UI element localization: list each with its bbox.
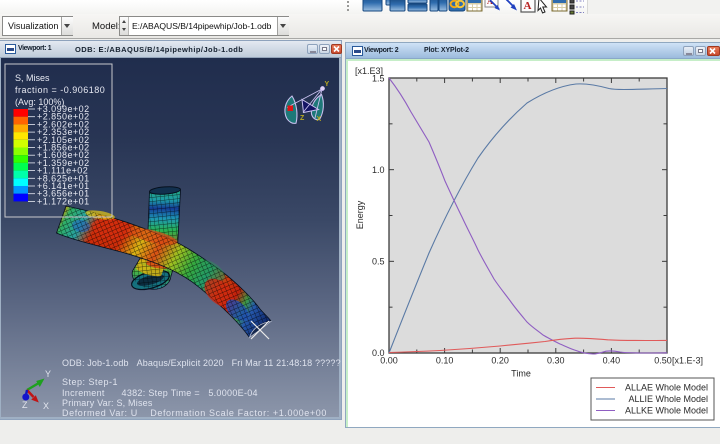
svg-text:0.40: 0.40 (603, 356, 621, 366)
svg-text:[x1.E3]: [x1.E3] (355, 66, 383, 76)
svg-text:0.30: 0.30 (547, 356, 565, 366)
svg-text:0.20: 0.20 (491, 356, 509, 366)
svg-text:0.50: 0.50 (654, 356, 672, 366)
svg-text:ALLKE Whole Model: ALLKE Whole Model (625, 406, 708, 416)
svg-text:ALLAE Whole Model: ALLAE Whole Model (625, 383, 708, 393)
svg-text:ALLIE Whole Model: ALLIE Whole Model (628, 394, 708, 404)
svg-text:0.5: 0.5 (372, 257, 385, 267)
svg-text:Energy: Energy (355, 200, 365, 229)
svg-text:0.00: 0.00 (380, 356, 398, 366)
svg-text:0.10: 0.10 (436, 356, 454, 366)
svg-text:[x1.E-3]: [x1.E-3] (672, 356, 703, 366)
svg-text:1.0: 1.0 (372, 165, 385, 175)
svg-text:Time: Time (511, 369, 531, 379)
